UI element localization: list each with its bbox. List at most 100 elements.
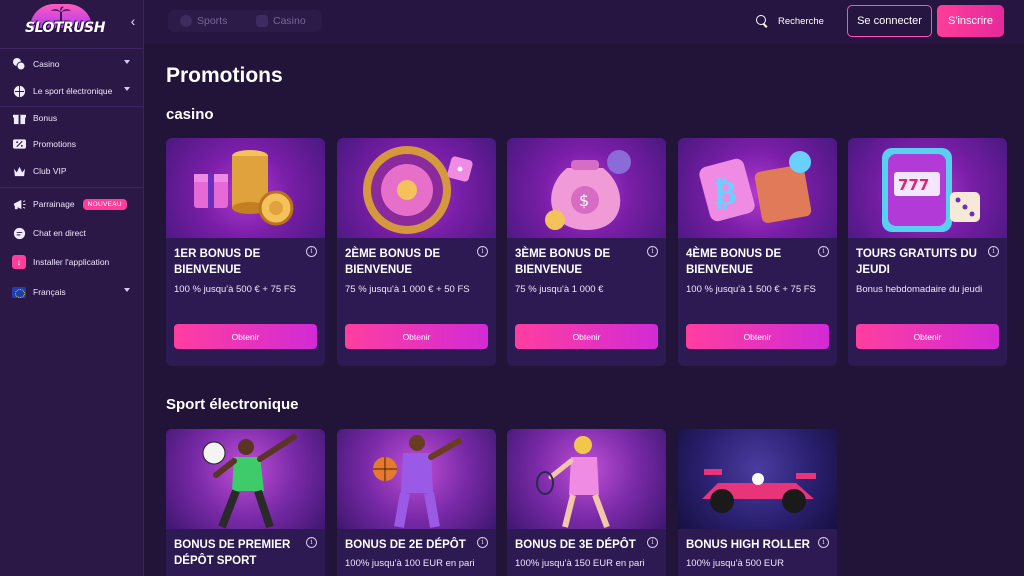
promo-card[interactable]: $ 3ÈME BONUS DE BIENVENUE i 75 % jusqu'à…: [507, 138, 666, 366]
sidebar-item-bonus[interactable]: Bonus: [0, 105, 144, 131]
sidebar-item-club-vip[interactable]: Club VIP: [0, 158, 144, 184]
sports-ball-icon: [180, 15, 192, 27]
chevron-down-icon: [124, 288, 130, 292]
info-icon[interactable]: i: [306, 246, 317, 257]
promo-card[interactable]: BONUS DE PREMIER DÉPÔT SPORT i: [166, 429, 325, 576]
percent-ticket-icon: [11, 136, 27, 152]
sidebar-item-language[interactable]: Français: [0, 279, 144, 305]
promo-card[interactable]: ₿ 4ÈME BONUS DE BIENVENUE i 100 % jusqu'…: [678, 138, 837, 366]
tab-sports-label: Sports: [197, 15, 228, 27]
svg-text:₿: ₿: [714, 173, 737, 213]
info-icon[interactable]: i: [818, 246, 829, 257]
signup-button[interactable]: S'inscrire: [937, 5, 1004, 37]
promo-card-image: ₿: [678, 138, 837, 238]
promo-card-title: 2ÈME BONUS DE BIENVENUE: [345, 248, 441, 276]
promo-card-description: Bonus hebdomadaire du jeudi: [856, 284, 983, 295]
collapse-sidebar-button[interactable]: ‹: [126, 13, 140, 29]
sidebar-item-parrainage[interactable]: Parrainage NOUVEAU: [0, 191, 144, 217]
promo-card[interactable]: 2ÈME BONUS DE BIENVENUE i 75 % jusqu'à 1…: [337, 138, 496, 366]
info-icon[interactable]: i: [477, 537, 488, 548]
promo-card[interactable]: BONUS DE 3E DÉPÔT i 100% jusqu'à 150 EUR…: [507, 429, 666, 576]
promo-card-image: 777: [848, 138, 1007, 238]
gift-icon: [11, 110, 27, 126]
sidebar-item-chat[interactable]: Chat en direct: [0, 220, 144, 246]
chevron-down-icon: [124, 87, 130, 91]
sidebar-item-install-app[interactable]: ↓ Installer l'application: [0, 249, 144, 275]
promo-card[interactable]: 777 TOURS GRATUITS DU JEUDI i Bonus hebd…: [848, 138, 1007, 366]
gift-coins-icon: [194, 150, 294, 226]
sidebar-divider: [0, 187, 144, 188]
chat-bubble-icon: [11, 225, 27, 241]
promo-card-title: BONUS DE 2E DÉPÔT: [345, 539, 466, 551]
svg-text:$: $: [579, 191, 589, 210]
megaphone-icon: [11, 196, 27, 212]
promo-card-description: 100% jusqu'à 100 EUR en pari: [345, 558, 475, 569]
chevron-down-icon: [124, 60, 130, 64]
promo-card-description: 75 % jusqu'à 1 000 € + 50 FS: [345, 284, 470, 295]
sidebar-item-label: Bonus: [33, 113, 58, 123]
promo-card-image: [166, 429, 325, 529]
info-icon[interactable]: i: [306, 537, 317, 548]
promo-card-title: BONUS DE PREMIER DÉPÔT SPORT: [174, 539, 291, 567]
promo-card-description: 100 % jusqu'à 500 € + 75 FS: [174, 284, 296, 295]
get-bonus-button[interactable]: Obtenir: [174, 324, 317, 349]
get-bonus-button[interactable]: Obtenir: [345, 324, 488, 349]
info-icon[interactable]: i: [988, 246, 999, 257]
search-button[interactable]: Recherche: [756, 12, 824, 30]
get-bonus-button[interactable]: Obtenir: [856, 324, 999, 349]
sidebar-item-label: Club VIP: [33, 166, 67, 176]
sidebar-item-promotions[interactable]: Promotions: [0, 131, 144, 157]
info-icon[interactable]: i: [818, 537, 829, 548]
sidebar-item-label: Casino: [33, 59, 60, 69]
promo-card-title: 4ÈME BONUS DE BIENVENUE: [686, 248, 782, 276]
sidebar-item-label: Français: [33, 287, 66, 297]
eu-flag-icon: [11, 284, 27, 300]
promo-card-title: BONUS HIGH ROLLER: [686, 539, 810, 551]
tab-casino[interactable]: Casino: [256, 10, 306, 32]
promo-card[interactable]: BONUS DE 2E DÉPÔT i 100% jusqu'à 100 EUR…: [337, 429, 496, 576]
promo-card-image: [166, 138, 325, 238]
basketball-player-icon: [373, 435, 462, 528]
slot-machine-icon: 777: [882, 148, 980, 232]
sidebar-item-casino[interactable]: Casino: [0, 51, 144, 77]
promo-card[interactable]: BONUS HIGH ROLLER i 100% jusqu'à 500 EUR: [678, 429, 837, 576]
promo-card-title: 1ER BONUS DE BIENVENUE: [174, 248, 261, 276]
login-button[interactable]: Se connecter: [847, 5, 932, 37]
info-icon[interactable]: i: [477, 246, 488, 257]
promo-card-description: 100% jusqu'à 150 EUR en pari: [515, 558, 645, 569]
search-icon: [756, 15, 768, 27]
page-title: Promotions: [166, 64, 283, 87]
sidebar: SLOTRUSH ‹ Casino Le sport électronique …: [0, 0, 144, 576]
ball-icon: [11, 83, 27, 99]
download-icon: ↓: [11, 254, 27, 270]
sidebar-item-label: Parrainage: [33, 199, 75, 209]
promo-card-image: $: [507, 138, 666, 238]
svg-text:777: 777: [898, 176, 929, 194]
promo-card-image: [337, 138, 496, 238]
football-player-icon: [202, 434, 297, 529]
get-bonus-button[interactable]: Obtenir: [686, 324, 829, 349]
logo-text: SLOTRUSH: [25, 20, 105, 36]
sidebar-item-esport[interactable]: Le sport électronique: [0, 78, 144, 104]
casino-chips-icon: [11, 56, 27, 72]
info-icon[interactable]: i: [647, 246, 658, 257]
crown-icon: [11, 163, 27, 179]
sidebar-item-label: Le sport électronique: [33, 86, 113, 96]
tab-sports[interactable]: Sports: [180, 10, 227, 32]
tab-casino-label: Casino: [273, 15, 306, 27]
race-car-icon: [702, 469, 816, 513]
logo[interactable]: SLOTRUSH: [0, 0, 144, 44]
mode-tabs: Sports Casino: [168, 10, 322, 32]
promo-card[interactable]: 1ER BONUS DE BIENVENUE i 100 % jusqu'à 5…: [166, 138, 325, 366]
promo-card-description: 75 % jusqu'à 1 000 €: [515, 284, 604, 295]
promo-card-description: 100 % jusqu'à 1 500 € + 75 FS: [686, 284, 816, 295]
new-badge: NOUVEAU: [82, 198, 127, 210]
promo-card-title: 3ÈME BONUS DE BIENVENUE: [515, 248, 611, 276]
roulette-icon: [363, 146, 473, 234]
get-bonus-button[interactable]: Obtenir: [515, 324, 658, 349]
promo-card-image: [337, 429, 496, 529]
casino-chips-icon: [256, 15, 268, 27]
promo-card-description: 100% jusqu'à 500 EUR: [686, 558, 784, 569]
section-title-esport: Sport électronique: [166, 396, 299, 413]
info-icon[interactable]: i: [647, 537, 658, 548]
